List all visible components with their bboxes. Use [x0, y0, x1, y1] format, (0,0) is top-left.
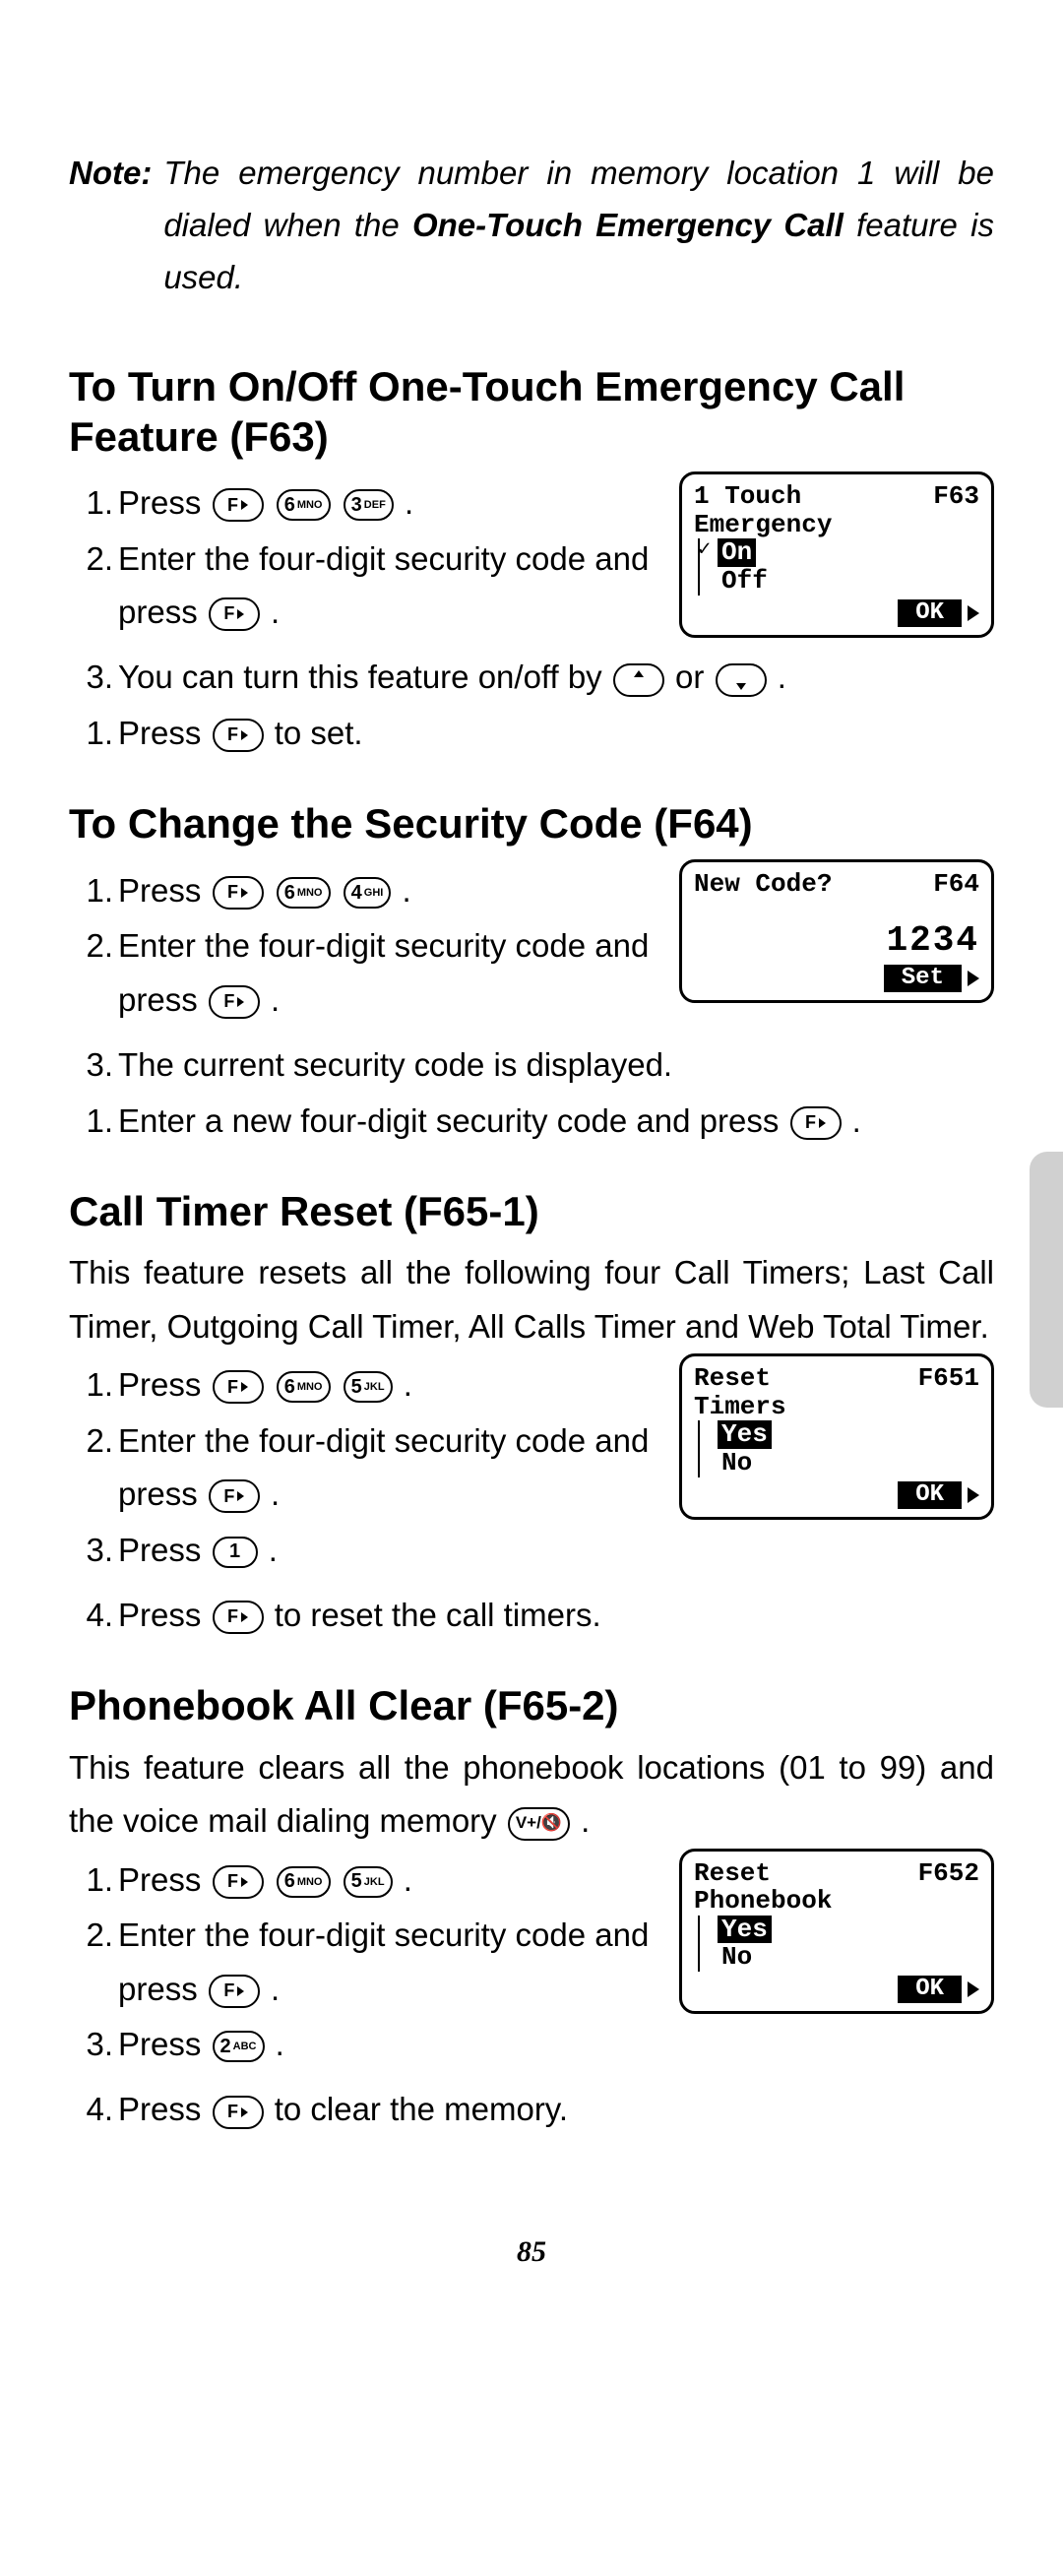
note-text: The emergency number in memory location …	[163, 148, 994, 303]
f64-step3: The current security code is displayed.	[118, 1038, 994, 1092]
key-f-icon	[209, 1479, 260, 1513]
screen-f64: New Code?F64 1234 Set	[679, 859, 994, 1004]
f63-step4: Press to set.	[118, 707, 994, 760]
page-number: 85	[69, 2235, 994, 2269]
f64-step4: Enter a new four-digit security code and…	[118, 1095, 994, 1148]
f651-step2: Enter the four-digit security code and p…	[118, 1414, 659, 1522]
f63-step3: You can turn this feature on/off by or .	[118, 651, 994, 704]
f64-step1: Press 6MNO 4GHI .	[118, 864, 659, 917]
screen-f651: ResetF651 Timers Yes No OK	[679, 1353, 994, 1520]
key-f-icon	[213, 1370, 264, 1404]
f64-step2: Enter the four-digit security code and p…	[118, 919, 659, 1027]
triangle-right-icon	[968, 605, 979, 621]
note-label: Note:	[69, 148, 152, 303]
key-2: 2ABC	[213, 2031, 265, 2062]
triangle-right-icon	[968, 1981, 979, 1997]
f652-step4: Press to clear the memory.	[118, 2083, 994, 2136]
f63-step1: Press 6MNO 3DEF .	[118, 476, 659, 530]
triangle-right-icon	[968, 1487, 979, 1503]
screen-f63: 1 TouchF63 Emergency ✓ On Off OK	[679, 471, 994, 638]
heading-f64: To Change the Security Code (F64)	[69, 799, 994, 848]
note-block: Note: The emergency number in memory loc…	[69, 148, 994, 303]
key-6: 6MNO	[277, 489, 331, 521]
triangle-right-icon	[968, 971, 979, 986]
key-5: 5JKL	[344, 1371, 393, 1403]
screen-f652: ResetF652 Phonebook Yes No OK	[679, 1849, 994, 2015]
key-f-icon	[213, 1601, 264, 1634]
f651-step1: Press 6MNO 5JKL .	[118, 1358, 659, 1412]
check-icon: ✓	[698, 538, 711, 562]
key-1: 1	[213, 1537, 258, 1568]
key-vplus-icon: V+/🔇	[508, 1807, 570, 1841]
key-3: 3DEF	[344, 489, 394, 521]
key-f-icon	[213, 876, 264, 910]
heading-f63: To Turn On/Off One-Touch Emergency Call …	[69, 362, 994, 462]
thumb-tab	[1030, 1152, 1063, 1408]
f651-step4: Press to reset the call timers.	[118, 1589, 994, 1642]
key-down-icon	[716, 663, 767, 697]
key-4: 4GHI	[344, 877, 392, 909]
f652-step1: Press 6MNO 5JKL .	[118, 1853, 659, 1907]
f652-intro: This feature clears all the phonebook lo…	[69, 1741, 994, 1849]
key-6: 6MNO	[277, 1371, 331, 1403]
key-6: 6MNO	[277, 1866, 331, 1898]
key-f-icon	[209, 1975, 260, 2008]
key-f-icon	[213, 1865, 264, 1899]
key-f-icon	[213, 2096, 264, 2129]
key-f-icon	[213, 719, 264, 752]
key-f-icon	[209, 597, 260, 631]
heading-f652: Phonebook All Clear (F65-2)	[69, 1681, 994, 1730]
f651-step3: Press 1 .	[118, 1524, 659, 1577]
heading-f651: Call Timer Reset (F65-1)	[69, 1187, 994, 1236]
key-f-icon	[790, 1106, 842, 1140]
key-5: 5JKL	[344, 1866, 393, 1898]
f652-step2: Enter the four-digit security code and p…	[118, 1909, 659, 2016]
key-up-icon	[613, 663, 664, 697]
key-f-icon	[209, 985, 260, 1019]
f63-step2: Enter the four-digit security code and p…	[118, 533, 659, 640]
key-6: 6MNO	[277, 877, 331, 909]
f651-intro: This feature resets all the following fo…	[69, 1246, 994, 1353]
f652-step3: Press 2ABC .	[118, 2018, 659, 2071]
key-f-icon	[213, 488, 264, 522]
